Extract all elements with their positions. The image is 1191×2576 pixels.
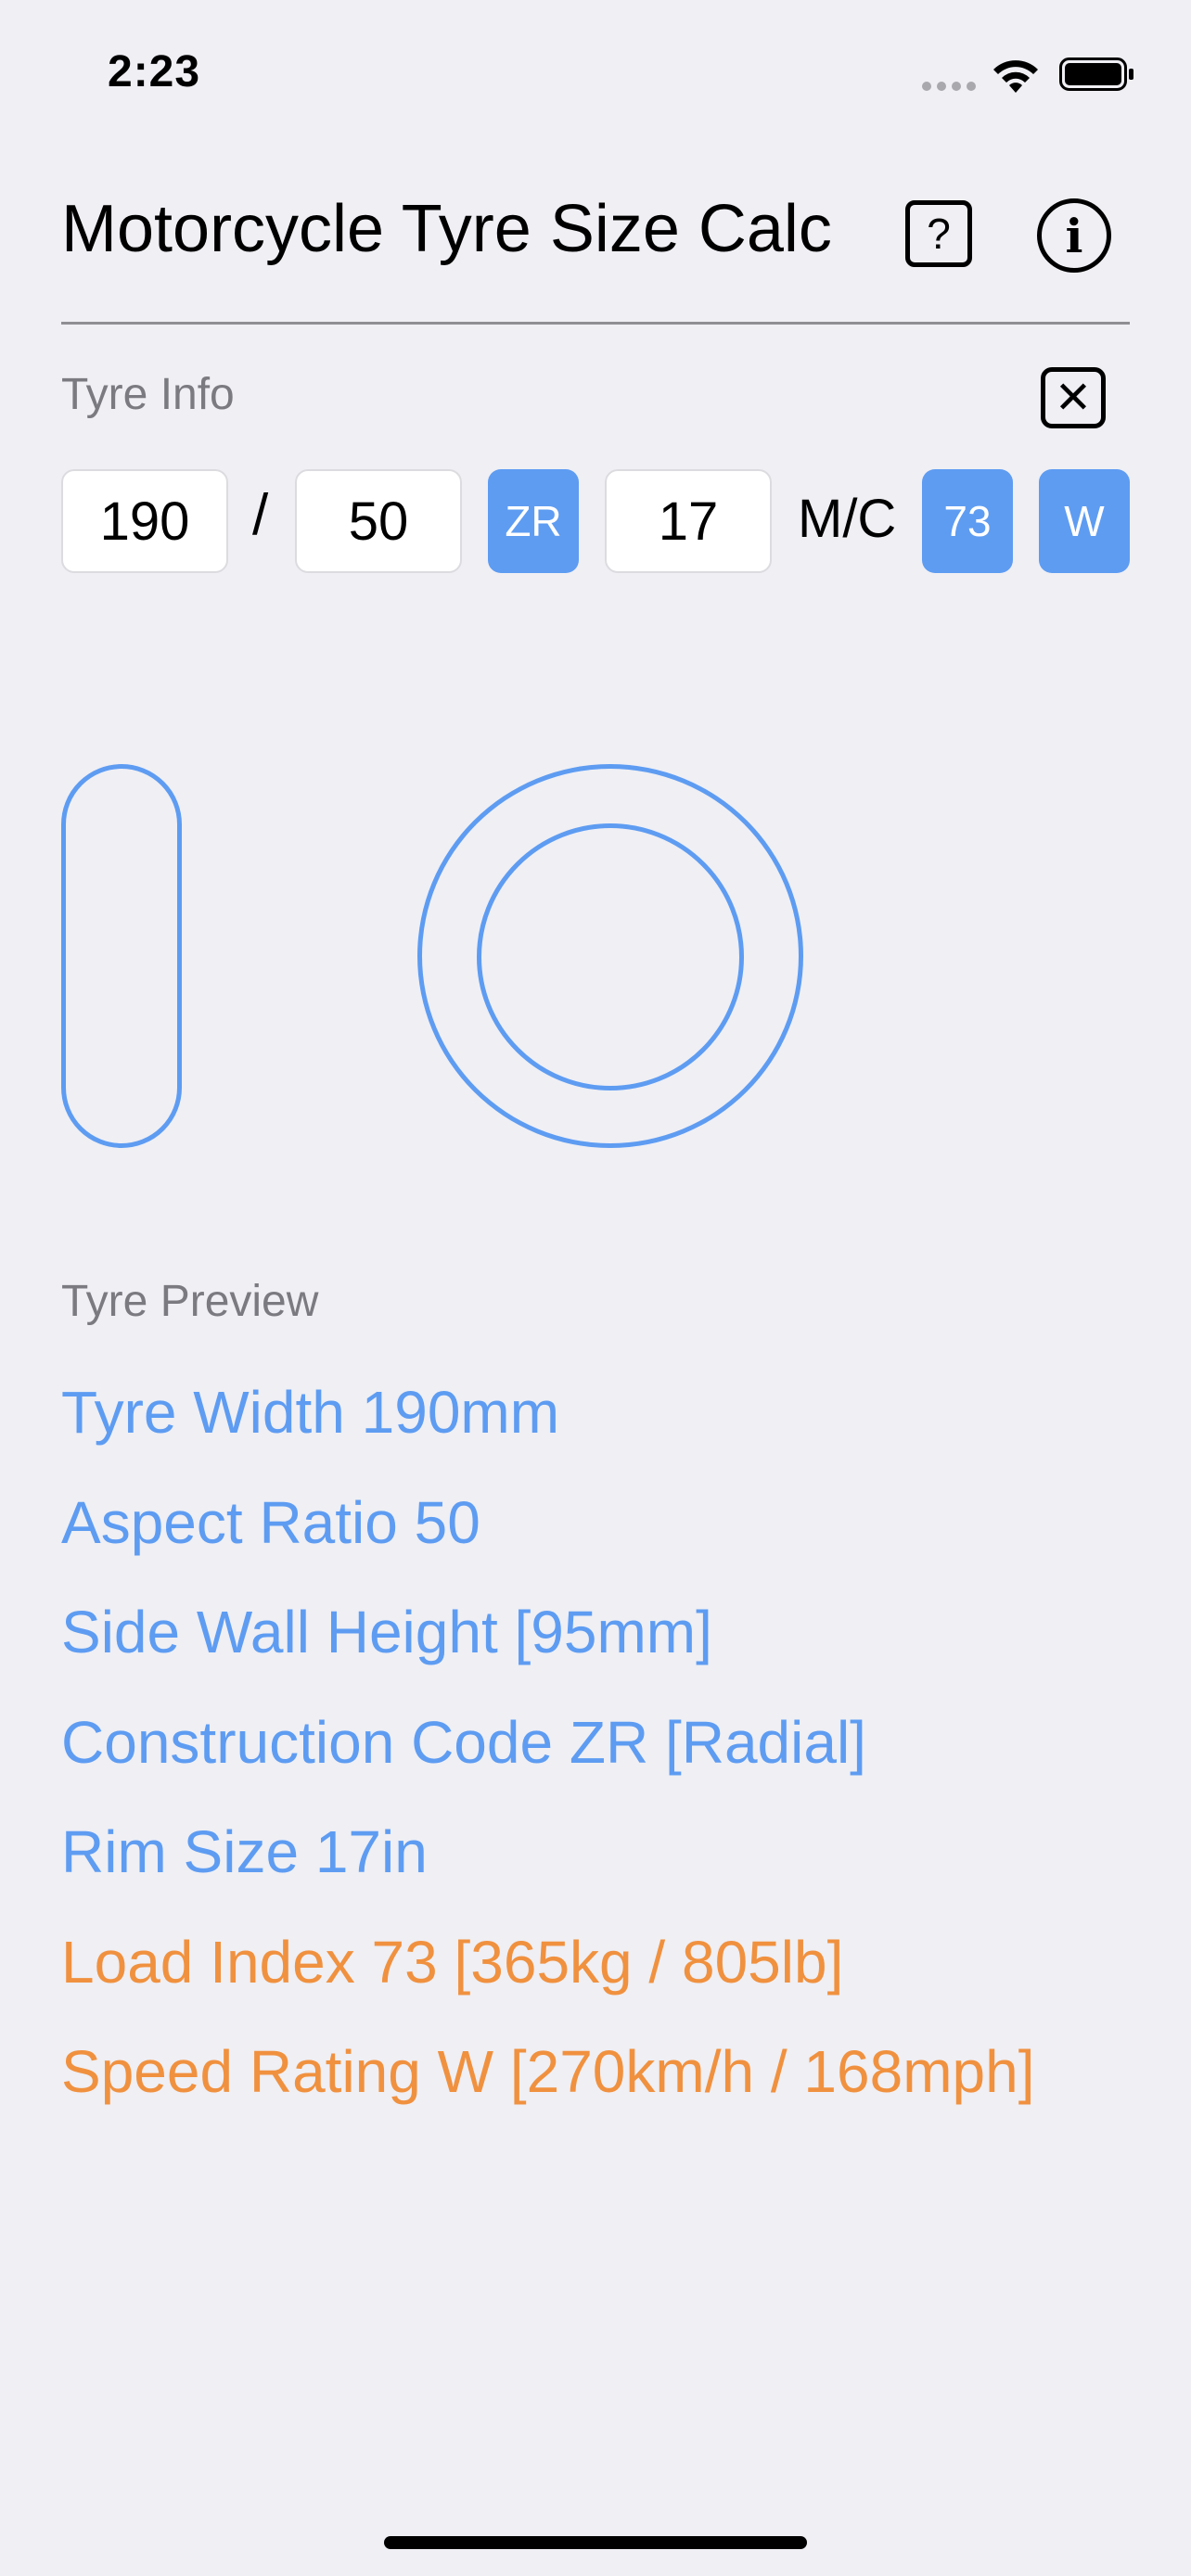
cellular-signal-icon (922, 82, 976, 95)
clear-button[interactable]: ✕ (1041, 367, 1106, 428)
speed-rating-button[interactable]: W (1039, 469, 1130, 573)
tyre-preview-label: Tyre Preview (61, 1277, 319, 1326)
tyre-width-detail: Tyre Width 190mm (61, 1379, 560, 1446)
question-square-icon: ? (927, 210, 951, 258)
rim-size-input[interactable]: 17 (605, 469, 772, 573)
speed-rating-detail: Speed Rating W [270km/h / 168mph] (61, 2038, 1035, 2105)
tyre-info-label: Tyre Info (61, 370, 235, 419)
aspect-ratio-detail: Aspect Ratio 50 (61, 1489, 480, 1556)
info-circle-icon: i (1065, 208, 1083, 263)
rim-size-detail: Rim Size 17in (61, 1818, 428, 1885)
mc-suffix-label: M/C (798, 489, 897, 549)
aspect-ratio-input[interactable]: 50 (295, 469, 462, 573)
construction-code-detail: Construction Code ZR [Radial] (61, 1709, 866, 1776)
close-icon: ✕ (1054, 374, 1093, 423)
home-indicator[interactable] (384, 2536, 807, 2549)
tyre-front-view-rim (477, 823, 744, 1090)
header-divider (61, 322, 1130, 325)
side-wall-height-detail: Side Wall Height [95mm] (61, 1599, 712, 1665)
info-button[interactable]: i (1037, 198, 1111, 273)
wifi-icon (993, 60, 1038, 93)
load-index-button[interactable]: 73 (922, 469, 1013, 573)
load-index-detail: Load Index 73 [365kg / 805lb] (61, 1929, 844, 1996)
tyre-side-view (61, 764, 182, 1148)
help-button[interactable]: ? (905, 200, 972, 267)
construction-code-button[interactable]: ZR (488, 469, 579, 573)
page-title: Motorcycle Tyre Size Calc (61, 192, 832, 266)
tyre-width-input[interactable]: 190 (61, 469, 228, 573)
battery-icon (1059, 57, 1133, 91)
size-separator: / (252, 483, 269, 547)
status-time: 2:23 (108, 47, 201, 96)
